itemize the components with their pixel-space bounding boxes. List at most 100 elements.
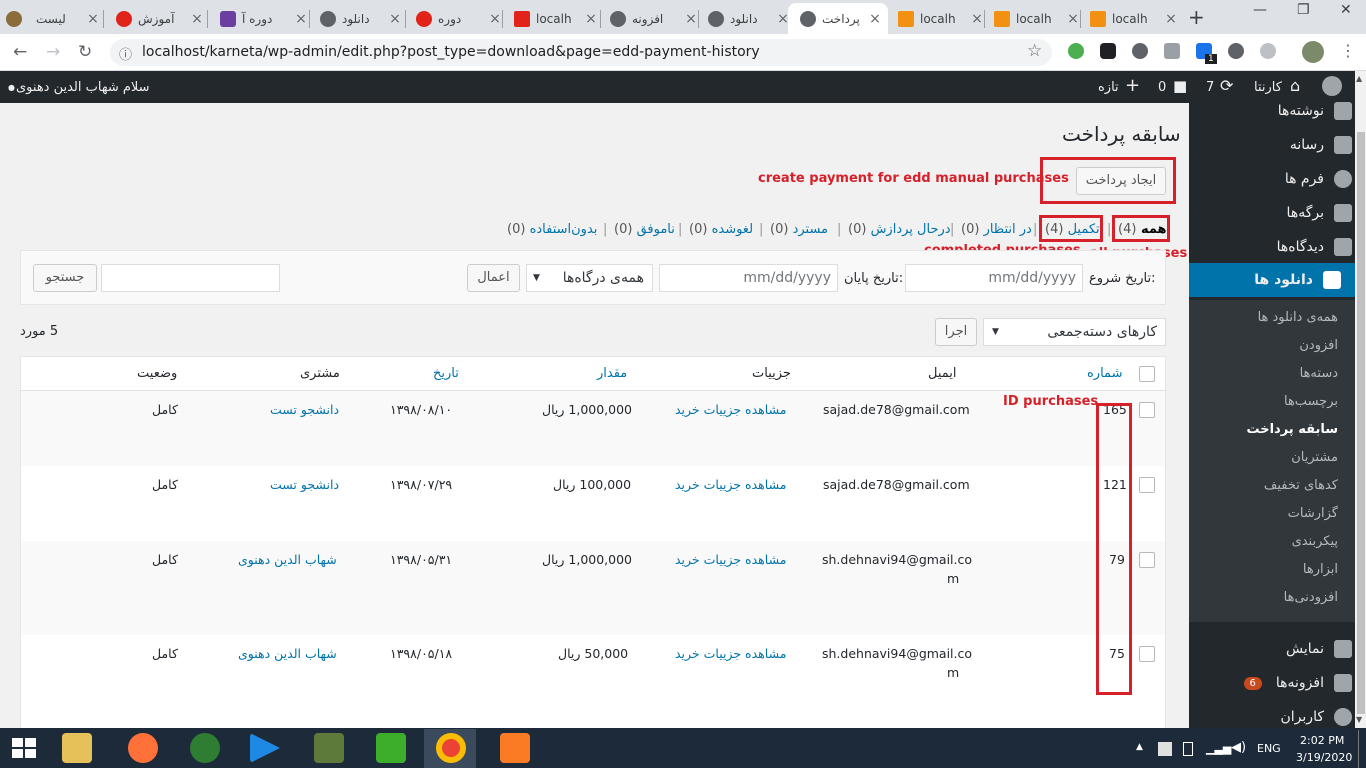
menu-posts[interactable]: نوشته‌ها xyxy=(1278,102,1352,120)
browser-tab[interactable]: localh × xyxy=(508,3,598,34)
close-tab-icon[interactable]: × xyxy=(868,11,882,27)
select-all-checkbox[interactable] xyxy=(1139,366,1155,382)
windows-start-icon[interactable] xyxy=(10,736,38,760)
gateway-select[interactable]: همه‌ی درگاه‌ها ▼ xyxy=(526,264,653,292)
status-pending[interactable]: (0) در انتظار xyxy=(961,222,1032,237)
menu-media[interactable]: رسانه xyxy=(1290,136,1352,154)
scroll-down-icon[interactable]: ▼ xyxy=(1356,715,1362,724)
restore-icon[interactable]: ❐ xyxy=(1297,2,1310,18)
wordpress-logo-icon[interactable] xyxy=(1322,76,1342,96)
apply-filter-button[interactable]: اعمال xyxy=(467,264,520,292)
admin-greeting[interactable]: سلام شهاب الدین دهنوی xyxy=(16,80,150,95)
submenu-tags[interactable]: برچسب‌ها xyxy=(1284,394,1338,409)
status-refunded[interactable]: (0) مسترد xyxy=(770,222,828,237)
site-name[interactable]: کارنتا xyxy=(1254,80,1282,95)
status-complete[interactable]: (4) تکمیل xyxy=(1045,222,1100,237)
chrome-icon[interactable] xyxy=(436,733,466,763)
scroll-up-icon[interactable]: ▲ xyxy=(1356,74,1362,83)
row-checkbox[interactable] xyxy=(1139,402,1155,418)
search-input[interactable] xyxy=(101,264,280,292)
close-tab-icon[interactable]: × xyxy=(684,11,696,27)
row-checkbox[interactable] xyxy=(1139,646,1155,662)
close-tab-icon[interactable]: × xyxy=(190,11,202,27)
download-manager-icon[interactable] xyxy=(190,733,220,763)
submenu-reports[interactable]: گزارشات xyxy=(1288,506,1338,521)
info-icon[interactable]: ⓘ xyxy=(119,44,132,63)
menu-appearance[interactable]: نمایش xyxy=(1286,640,1352,658)
close-tab-icon[interactable]: × xyxy=(970,11,982,27)
extension-icon[interactable] xyxy=(1100,43,1116,59)
volume-icon[interactable]: ◀) xyxy=(1231,740,1246,755)
extension-icon[interactable] xyxy=(1260,43,1276,59)
close-tab-icon[interactable]: × xyxy=(388,11,400,27)
status-processing[interactable]: (0) درحال پردازش xyxy=(848,222,951,237)
status-abandoned[interactable]: (0) بدون‌استفاده xyxy=(507,222,597,237)
close-tab-icon[interactable]: × xyxy=(488,11,500,27)
close-tab-icon[interactable]: × xyxy=(776,11,788,27)
comments-count[interactable]: 0 xyxy=(1158,80,1166,95)
reload-icon[interactable]: ↻ xyxy=(78,42,92,62)
extension-icon[interactable] xyxy=(1228,43,1244,59)
menu-downloads[interactable]: دانلود ها xyxy=(1189,263,1355,297)
browser-tab[interactable]: localh × xyxy=(988,3,1078,34)
browser-tab[interactable]: localh × xyxy=(892,3,982,34)
minimize-icon[interactable]: — xyxy=(1253,2,1267,18)
bulk-apply-button[interactable]: اجرا xyxy=(935,318,977,346)
comment-icon[interactable]: ■ xyxy=(1173,77,1187,95)
close-tab-icon[interactable]: × xyxy=(86,11,98,27)
show-desktop[interactable] xyxy=(1358,730,1359,768)
submenu-customers[interactable]: مشتریان xyxy=(1291,450,1338,465)
home-icon[interactable]: ⌂ xyxy=(1290,76,1300,95)
camera-icon[interactable] xyxy=(1164,43,1180,59)
search-button[interactable]: جستجو xyxy=(33,264,97,292)
scrollbar-thumb[interactable] xyxy=(1357,132,1365,714)
close-tab-icon[interactable]: × xyxy=(584,11,598,27)
browser-tab-active[interactable]: پرداخت × xyxy=(788,3,888,34)
back-icon[interactable]: ← xyxy=(13,42,27,62)
battery-icon[interactable] xyxy=(1183,742,1193,756)
browser-tab[interactable]: دانلود × xyxy=(702,3,788,34)
profile-avatar[interactable] xyxy=(1302,41,1324,63)
tray-expand-icon[interactable]: ▲ xyxy=(1136,742,1143,752)
browser-tab[interactable]: localh × xyxy=(1084,3,1178,34)
xampp-icon[interactable] xyxy=(500,733,530,763)
submenu-settings[interactable]: پیکربندی xyxy=(1292,534,1338,549)
notepad-icon[interactable] xyxy=(314,733,344,763)
submenu-tools[interactable]: ابزارها xyxy=(1303,562,1338,577)
view-details-link[interactable]: مشاهده جزییات خرید xyxy=(675,646,786,661)
clock-date[interactable]: 3/19/2020 xyxy=(1296,751,1352,764)
status-failed[interactable]: (0) ناموفق xyxy=(614,222,675,237)
row-checkbox[interactable] xyxy=(1139,477,1155,493)
customer-link[interactable]: شهاب الدین دهنوی xyxy=(238,552,337,567)
menu-plugins[interactable]: 6 افزونه‌ها xyxy=(1243,674,1352,692)
submenu-discount-codes[interactable]: کدهای تخفیف xyxy=(1264,478,1338,493)
menu-comments[interactable]: دیدگاه‌ها xyxy=(1277,238,1352,256)
submenu-categories[interactable]: دسته‌ها xyxy=(1300,366,1338,381)
customer-link[interactable]: دانشجو تست xyxy=(270,477,339,492)
status-all[interactable]: (4) همه xyxy=(1118,222,1167,237)
bulk-actions-select[interactable]: کارهای دسته‌جمعی ▼ xyxy=(983,318,1166,346)
extension-icon[interactable] xyxy=(1068,43,1084,59)
menu-pages[interactable]: برگه‌ها xyxy=(1287,204,1352,222)
row-checkbox[interactable] xyxy=(1139,552,1155,568)
submenu-extensions[interactable]: افزودنی‌ها xyxy=(1284,590,1338,605)
browser-tab[interactable]: دوره آ × xyxy=(214,3,306,34)
browser-tab[interactable]: دوره × xyxy=(410,3,500,34)
column-date-header[interactable]: تاریخ xyxy=(433,366,459,381)
updates-icon[interactable]: ⟳ xyxy=(1220,76,1233,95)
network-icon[interactable] xyxy=(1158,742,1172,756)
end-date-input[interactable]: mm/dd/yyyy xyxy=(659,264,838,292)
status-cancelled[interactable]: (0) لغوشده xyxy=(689,222,753,237)
menu-forms[interactable]: فرم ها xyxy=(1285,170,1352,188)
start-date-input[interactable]: mm/dd/yyyy xyxy=(905,264,1083,292)
camtasia-icon[interactable] xyxy=(376,733,406,763)
submenu-add[interactable]: افزودن xyxy=(1299,338,1338,353)
clock-time[interactable]: 2:02 PM xyxy=(1300,734,1344,747)
view-details-link[interactable]: مشاهده جزییات خرید xyxy=(675,477,786,492)
wifi-icon[interactable]: ▁▃▅ xyxy=(1206,742,1231,755)
view-details-link[interactable]: مشاهده جزییات خرید xyxy=(675,552,786,567)
browser-tab[interactable]: آموزش × xyxy=(110,3,202,34)
browser-tab[interactable]: افزونه × xyxy=(604,3,696,34)
menu-users[interactable]: کاربران xyxy=(1281,708,1352,726)
firefox-icon[interactable] xyxy=(128,733,158,763)
